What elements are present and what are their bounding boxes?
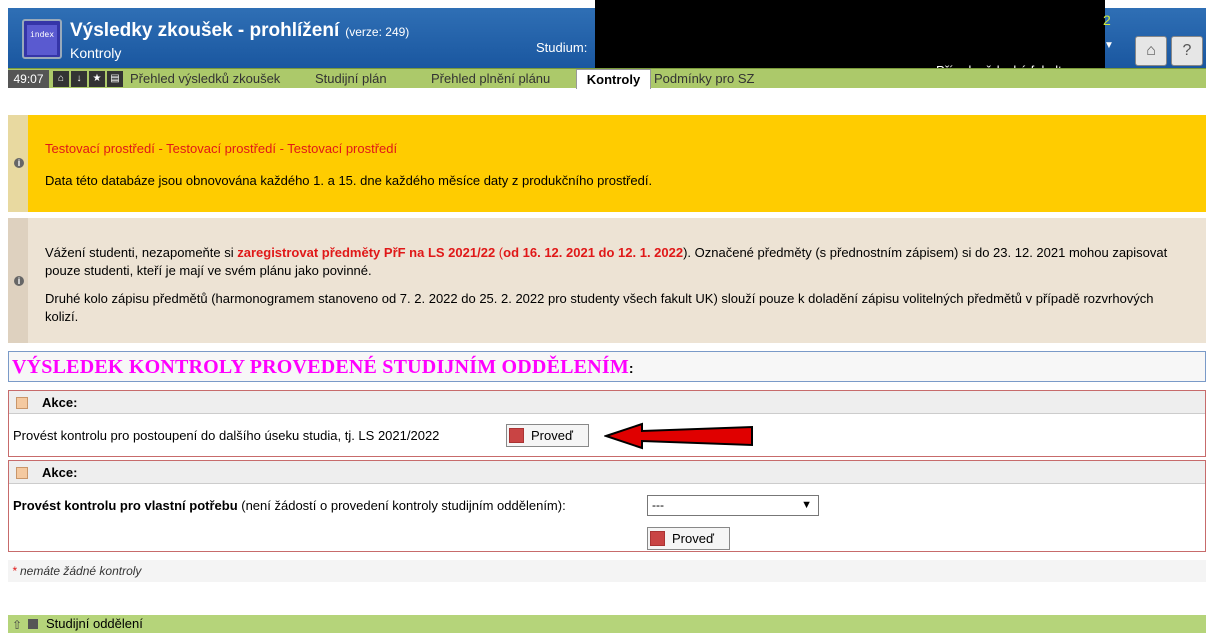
star-icon[interactable]: ★ xyxy=(89,71,105,87)
registration-notice: i Vážení studenti, nezapomeňte si zaregi… xyxy=(8,218,1206,343)
reg-highlight-subjects: zaregistrovat předměty PřF na LS 2021/22 xyxy=(237,245,496,260)
result-heading-bar: VÝSLEDEK KONTROLY PROVEDENÉ STUDIJNÍM OD… xyxy=(8,351,1206,382)
version-label: (verze: 249) xyxy=(345,25,410,39)
tab-bar: 49:07 ⌂ ↓ ★ ▤ Přehled výsledků zkoušek S… xyxy=(8,68,1206,89)
result-heading-colon: : xyxy=(628,360,634,376)
own-check-execute-button[interactable]: Proveď xyxy=(647,527,730,550)
home-small-icon[interactable]: ⌂ xyxy=(53,71,69,87)
reg-highlight-dates: od 16. 12. 2021 do 12. 1. 2022 xyxy=(503,245,684,260)
own-check-text-bold: Provést kontrolu pro vlastní potřebu xyxy=(13,498,238,513)
study-label: Studium: xyxy=(536,40,588,55)
database-refresh-text: Data této databáze jsou obnovována každé… xyxy=(45,173,653,188)
action-header-label: Akce: xyxy=(42,465,78,480)
tab-sz-conditions[interactable]: Podmínky pro SZ xyxy=(654,71,754,87)
execute-button-label: Proveď xyxy=(672,531,714,546)
own-check-text: Provést kontrolu pro vlastní potřebu (ne… xyxy=(13,498,566,513)
download-icon[interactable]: ↓ xyxy=(71,71,87,87)
progression-execute-button[interactable]: Proveď xyxy=(506,424,589,447)
reg-text-paren: ( xyxy=(495,245,504,260)
study-dropdown-icon[interactable]: ▼ xyxy=(1104,40,1114,51)
session-timer: 49:07 xyxy=(8,70,49,88)
redacted-study-selector[interactable] xyxy=(595,0,1105,68)
print-icon[interactable]: ▤ xyxy=(107,71,123,87)
home-icon[interactable]: ⌂ xyxy=(1135,36,1167,66)
page-subtitle: Kontroly xyxy=(70,45,122,61)
app-header: index Výsledky zkoušek - prohlížení (verz… xyxy=(8,0,1206,78)
second-round-paragraph: Druhé kolo zápisu předmětů (harmonograme… xyxy=(45,291,1154,324)
execute-icon xyxy=(509,428,524,443)
chevron-down-icon: ▼ xyxy=(801,499,812,511)
arrow-up-icon[interactable]: ⇧ xyxy=(12,616,22,634)
tab-exam-results[interactable]: Přehled výsledků zkoušek xyxy=(130,71,280,87)
tab-plan-fulfillment[interactable]: Přehled plnění plánu xyxy=(431,71,550,87)
test-environment-notice: i Testovací prostředí - Testovací prostř… xyxy=(8,115,1206,212)
page-title-text: Výsledky zkoušek - prohlížení xyxy=(70,20,340,41)
action-header-label: Akce: xyxy=(42,395,78,410)
reg-text-a: Vážení studenti, nezapomeňte si xyxy=(45,245,238,260)
print-icon[interactable] xyxy=(28,619,38,629)
own-check-text-rest: (není žádostí o provedení kontroly studi… xyxy=(237,498,566,513)
info-icon: i xyxy=(14,276,24,286)
index-logo-icon: index xyxy=(22,19,62,59)
expand-arrow-icon[interactable] xyxy=(16,397,28,409)
study-department-label: Studijní oddělení xyxy=(46,616,143,631)
progression-check-text: Provést kontrolu pro postoupení do další… xyxy=(13,428,440,443)
tab-checks[interactable]: Kontroly xyxy=(576,69,651,89)
notice-sidebar: i xyxy=(8,218,28,343)
action-header: Akce: xyxy=(9,461,1205,484)
no-checks-note: * nemáte žádné kontroly xyxy=(8,560,1206,582)
tab-study-plan[interactable]: Studijní plán xyxy=(315,71,387,87)
study-department-bar[interactable]: ⇧ Studijní oddělení xyxy=(8,615,1206,633)
annotation-arrow-icon xyxy=(604,422,753,450)
execute-icon xyxy=(650,531,665,546)
notice-sidebar: i xyxy=(8,115,28,212)
no-checks-text: nemáte žádné kontroly xyxy=(16,564,142,578)
result-heading-text: VÝSLEDEK KONTROLY PROVEDENÉ STUDIJNÍM OD… xyxy=(12,356,629,378)
execute-button-label: Proveď xyxy=(531,428,573,443)
result-heading: VÝSLEDEK KONTROLY PROVEDENÉ STUDIJNÍM OD… xyxy=(12,356,634,379)
action-box-own-check: Akce: Provést kontrolu pro vlastní potře… xyxy=(8,460,1206,552)
registration-paragraph: Vážení studenti, nezapomeňte si zaregist… xyxy=(45,244,1186,280)
action-box-progression: Akce: Provést kontrolu pro postoupení do… xyxy=(8,390,1206,457)
help-icon[interactable]: ? xyxy=(1171,36,1203,66)
page-title: Výsledky zkoušek - prohlížení (verze: 249… xyxy=(70,20,409,42)
info-icon: i xyxy=(14,158,24,168)
action-header: Akce: xyxy=(9,391,1205,414)
check-type-select-value: --- xyxy=(652,498,664,512)
test-environment-warning: Testovací prostředí - Testovací prostřed… xyxy=(45,141,398,156)
expand-arrow-icon[interactable] xyxy=(16,467,28,479)
check-type-select[interactable]: --- ▼ xyxy=(647,495,819,516)
study-count: 2 xyxy=(1103,12,1111,28)
